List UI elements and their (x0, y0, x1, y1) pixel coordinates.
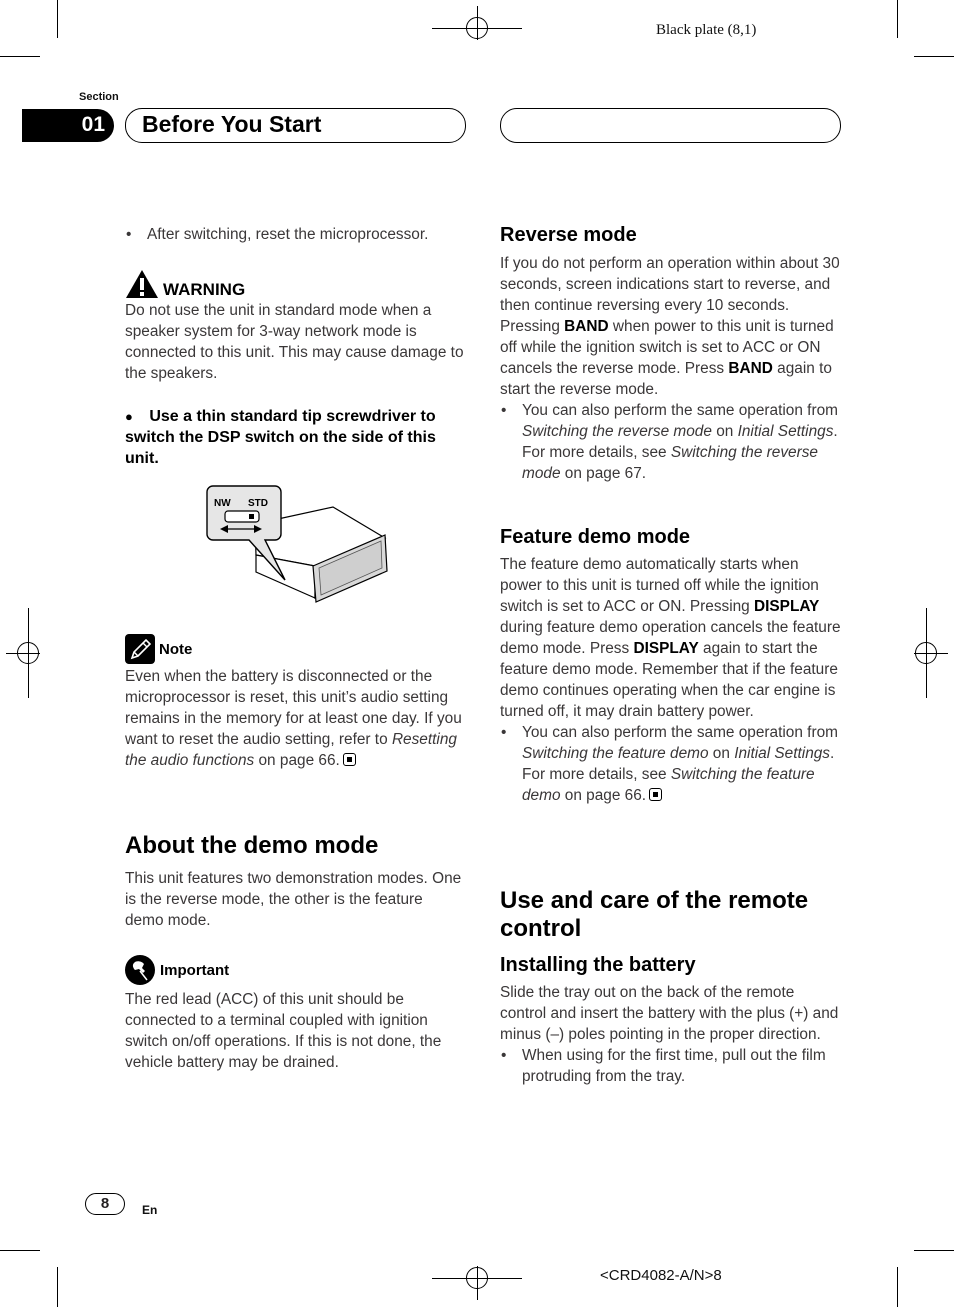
note-text: Even when the battery is disconnected or… (125, 668, 462, 769)
battery-text: Slide the tray out on the back of the re… (500, 982, 843, 1087)
display-key: DISPLAY (633, 640, 699, 657)
end-mark-icon (649, 788, 663, 801)
language-label: En (142, 1203, 158, 1217)
battery-bullet: When using for the first time, pull out … (500, 1045, 843, 1087)
section-number: 01 (22, 109, 114, 142)
crop-mark (914, 56, 954, 57)
document-code: <CRD4082-A/N>8 (600, 1267, 722, 1284)
step-bullet: ● (125, 409, 133, 424)
warning-heading: WARNING (163, 280, 246, 299)
section-label: Section (79, 91, 119, 103)
std-label: STD (248, 498, 268, 509)
reverse-text: If you do not perform an operation withi… (500, 253, 840, 484)
crop-mark (57, 1267, 58, 1307)
reset-bullet: After switching, reset the microprocesso… (125, 224, 487, 245)
page-number: 8 (85, 1193, 125, 1215)
note-callout: Note Even when the battery is disconnect… (125, 634, 465, 771)
warning-triangle-icon (126, 270, 158, 298)
remote-heading: Use and care of the remote control (500, 887, 809, 942)
step-text: Use a thin standard tip screwdriver to s… (125, 408, 436, 467)
instruction-step: ● Use a thin standard tip screwdriver to… (125, 406, 465, 469)
reverse-heading: Reverse mode (500, 224, 637, 246)
reverse-bullet: You can also perform the same operation … (500, 400, 840, 484)
warning-text: Do not use the unit in standard mode whe… (125, 302, 464, 382)
crop-mark (897, 1267, 898, 1307)
feature-heading: Feature demo mode (500, 526, 691, 548)
nw-label: NW (214, 498, 231, 509)
demo-heading: About the demo mode (125, 832, 379, 859)
crop-mark (57, 0, 58, 38)
feature-bullet: You can also perform the same operation … (500, 722, 843, 806)
display-key: DISPLAY (754, 598, 820, 615)
crop-mark (0, 1250, 40, 1251)
demo-text: This unit features two demonstration mod… (125, 870, 462, 929)
crop-mark (897, 0, 898, 38)
battery-heading: Installing the battery (500, 954, 696, 976)
important-heading: Important (160, 961, 230, 979)
warning-callout: WARNING Do not use the unit in standard … (125, 267, 465, 384)
important-text: The red lead (ACC) of this unit should b… (125, 991, 442, 1071)
band-key: BAND (728, 360, 773, 377)
band-key: BAND (564, 318, 609, 335)
plate-label: Black plate (8,1) (656, 22, 757, 38)
section-title-pill-right (500, 108, 841, 143)
crop-mark (0, 56, 40, 57)
pencil-icon (125, 634, 155, 664)
section-title: Before You Start (142, 111, 322, 137)
feature-text: The feature demo automatically starts wh… (500, 554, 843, 806)
pushpin-icon (125, 955, 155, 985)
note-heading: Note (159, 640, 193, 658)
important-callout: Important The red lead (ACC) of this uni… (125, 955, 465, 1073)
dsp-switch-illustration: NW STD (206, 485, 388, 603)
crop-mark (914, 1250, 954, 1251)
section-title-pill: Before You Start (125, 108, 466, 143)
end-mark-icon (342, 753, 356, 766)
